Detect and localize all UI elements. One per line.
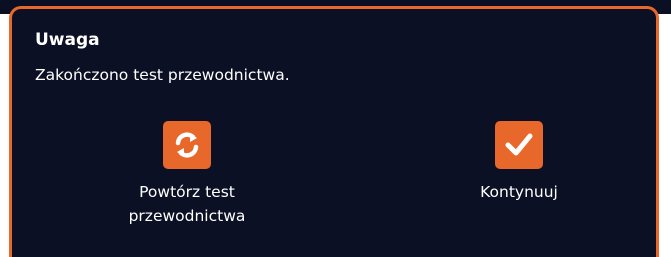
- refresh-icon[interactable]: [163, 121, 211, 169]
- continue-label[interactable]: Kontynuuj: [480, 180, 558, 204]
- repeat-test-label[interactable]: Powtórz test przewodnictwa: [129, 180, 246, 228]
- dialog-message: Zakończono test przewodnictwa.: [35, 66, 290, 84]
- repeat-test-label-line2: przewodnictwa: [128, 207, 246, 225]
- screen: Uwaga Zakończono test przewodnictwa. Pow…: [0, 0, 671, 257]
- dialog-title: Uwaga: [35, 30, 100, 50]
- continue-label-text: Kontynuuj: [480, 183, 558, 201]
- repeat-test-button[interactable]: Powtórz test przewodnictwa: [117, 121, 257, 228]
- repeat-test-label-line1: Powtórz test: [139, 183, 235, 201]
- alert-dialog: Uwaga Zakończono test przewodnictwa. Pow…: [9, 6, 659, 257]
- continue-button[interactable]: Kontynuuj: [449, 121, 589, 204]
- checkmark-icon[interactable]: [495, 121, 543, 169]
